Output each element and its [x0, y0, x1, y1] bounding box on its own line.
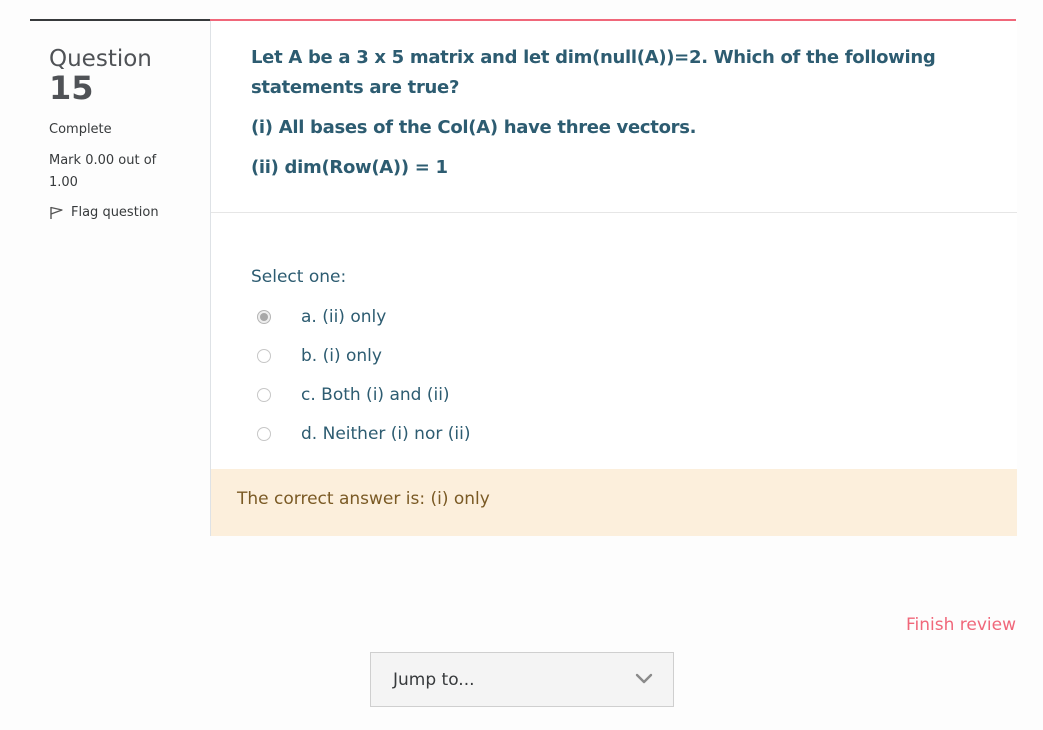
question-divider — [211, 212, 1017, 213]
answer-option-c[interactable]: c. Both (i) and (ii) — [257, 375, 470, 414]
answer-option-b[interactable]: b. (i) only — [257, 336, 470, 375]
answer-option-d[interactable]: d. Neither (i) nor (ii) — [257, 414, 470, 453]
flag-question-label: Flag question — [71, 205, 159, 220]
radio-icon[interactable] — [257, 387, 271, 402]
answer-option-label: b. (i) only — [301, 345, 382, 366]
question-state: Complete — [49, 122, 112, 137]
correct-answer-feedback: The correct answer is: (i) only — [211, 469, 1017, 536]
question-text: Let A be a 3 x 5 matrix and let dim(null… — [251, 43, 991, 183]
answer-option-a[interactable]: a. (ii) only — [257, 297, 470, 336]
jump-to-select[interactable]: Jump to... — [370, 652, 674, 707]
question-number: 15 — [49, 69, 94, 107]
flag-question-link[interactable]: Flag question — [49, 205, 199, 220]
question-grade: Mark 0.00 out of 1.00 — [49, 153, 157, 190]
select-one-prompt: Select one: — [251, 267, 347, 287]
answer-option-label: d. Neither (i) nor (ii) — [301, 423, 471, 444]
question-info-panel: Question 15 Complete Mark 0.00 out of 1.… — [49, 46, 199, 220]
question-info-top-rule — [30, 19, 210, 21]
answer-option-label: c. Both (i) and (ii) — [301, 384, 450, 405]
answer-options: a. (ii) only b. (i) only c. Both (i) and… — [257, 297, 470, 453]
statement-1: (i) All bases of the Col(A) have three v… — [251, 117, 697, 138]
radio-icon[interactable] — [257, 426, 271, 441]
jump-to-label: Jump to... — [393, 669, 475, 690]
radio-icon[interactable] — [257, 348, 271, 363]
statement-2: (ii) dim(Row(A)) = 1 — [251, 157, 448, 178]
radio-icon[interactable] — [257, 309, 271, 324]
chevron-down-icon — [635, 673, 653, 684]
finish-review-link[interactable]: Finish review — [906, 615, 1016, 635]
answer-option-label: a. (ii) only — [301, 306, 387, 327]
question-stem: Let A be a 3 x 5 matrix and let dim(null… — [251, 47, 936, 98]
question-content: Let A be a 3 x 5 matrix and let dim(null… — [210, 21, 1017, 536]
flag-icon — [50, 206, 63, 219]
